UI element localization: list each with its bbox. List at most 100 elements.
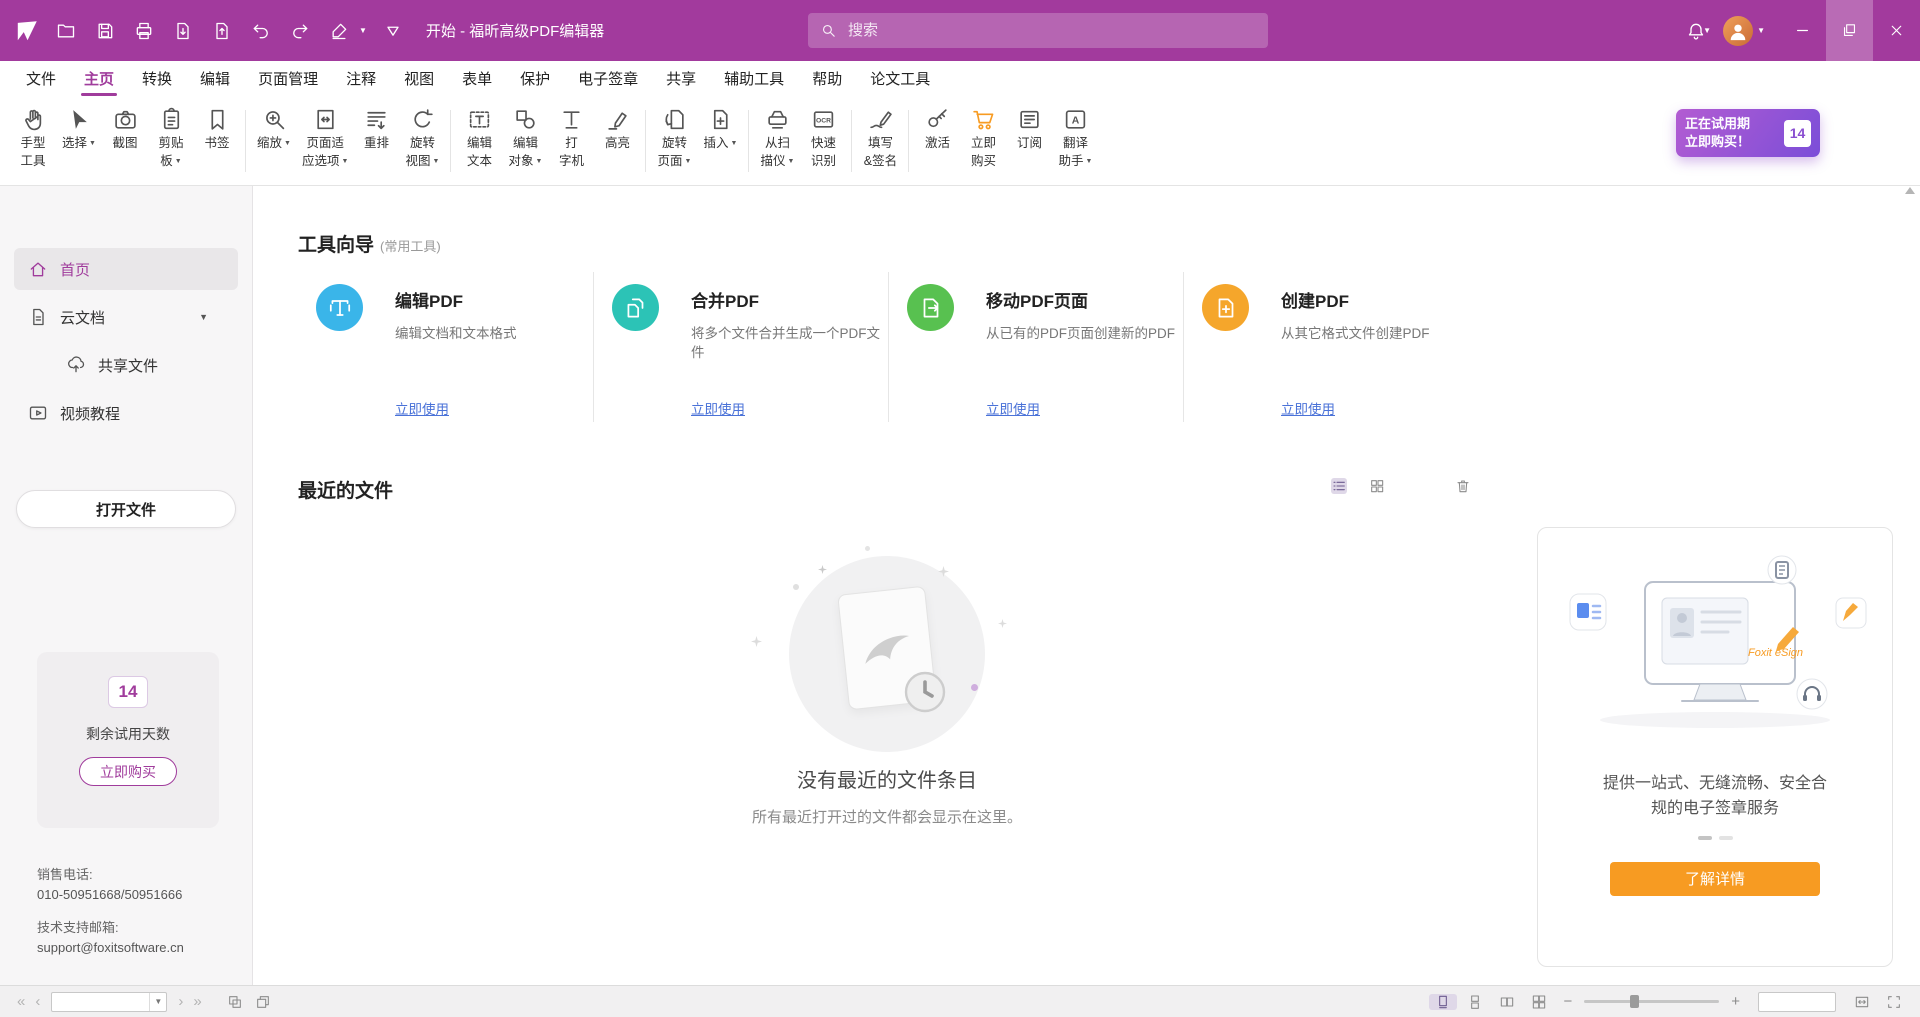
scrollbar-up-arrow-icon[interactable] [1905, 187, 1915, 194]
ribbon-from-scanner-button[interactable]: 从扫描仪▼ [754, 101, 800, 181]
zoom-out-button[interactable]: − [1557, 993, 1578, 1010]
export-document-icon[interactable] [170, 18, 196, 44]
menu-item-1[interactable]: 主页 [70, 61, 128, 96]
fit-page-icon[interactable] [1880, 994, 1908, 1010]
ribbon-bookmark-button[interactable]: 书签 [194, 101, 240, 181]
menu-item-9[interactable]: 电子签章 [564, 61, 652, 96]
promo-pagination-dots[interactable] [1698, 836, 1733, 840]
ribbon-subscribe-button[interactable]: 订阅 [1006, 101, 1052, 181]
undo-icon[interactable] [248, 18, 274, 44]
trial-period-badge[interactable]: 正在试用期 立即购买！ 14 [1676, 109, 1820, 157]
ribbon-translate-assistant-button[interactable]: A翻译助手▼ [1052, 101, 1098, 181]
trial-badge-line1: 正在试用期 [1685, 115, 1750, 133]
restore-button[interactable] [1826, 0, 1873, 61]
search-box[interactable] [808, 13, 1268, 48]
fit-width-icon[interactable] [1848, 994, 1876, 1010]
ribbon-insert-button[interactable]: 插入▼ [697, 101, 743, 181]
use-now-link[interactable]: 立即使用 [395, 398, 449, 418]
zoom-slider-thumb[interactable] [1630, 995, 1639, 1008]
notifications-caret-icon[interactable]: ▼ [1703, 26, 1711, 35]
grid-view-icon[interactable] [1369, 478, 1385, 494]
ribbon-quick-ocr-button[interactable]: OCR快速识别 [800, 101, 846, 181]
minimize-button[interactable] [1779, 0, 1826, 61]
trial-badge-line2: 立即购买！ [1685, 133, 1750, 151]
use-now-link[interactable]: 立即使用 [691, 398, 745, 418]
use-now-link[interactable]: 立即使用 [1281, 398, 1335, 418]
ribbon-fill-sign-button[interactable]: 填写&签名 [857, 101, 903, 181]
ribbon-buy-now-button[interactable]: 立即购买 [960, 101, 1006, 181]
menu-item-6[interactable]: 视图 [390, 61, 448, 96]
snapshot-view-icon[interactable] [221, 994, 249, 1010]
edit-text-icon [467, 106, 492, 133]
ribbon-rotate-pages-button[interactable]: 旋转页面▼ [651, 101, 697, 181]
use-now-link[interactable]: 立即使用 [986, 398, 1040, 418]
ribbon-select-button[interactable]: 选择▼ [56, 101, 102, 181]
esign-dropdown-caret-icon[interactable]: ▼ [359, 26, 367, 35]
ribbon-highlight-button[interactable]: 高亮 [594, 101, 640, 181]
menu-item-13[interactable]: 论文工具 [856, 61, 944, 96]
ribbon-edit-text-button[interactable]: 编辑文本 [456, 101, 502, 181]
menu-item-8[interactable]: 保护 [506, 61, 564, 96]
user-avatar[interactable] [1723, 16, 1753, 46]
menu-item-0[interactable]: 文件 [12, 61, 70, 96]
menu-item-11[interactable]: 辅助工具 [710, 61, 798, 96]
print-icon[interactable] [131, 18, 157, 44]
learn-more-button[interactable]: 了解详情 [1610, 862, 1820, 896]
share-document-icon[interactable] [209, 18, 235, 44]
list-view-icon[interactable] [1331, 478, 1347, 494]
menu-item-12[interactable]: 帮助 [798, 61, 856, 96]
search-icon [820, 22, 837, 39]
zoom-slider[interactable] [1584, 1000, 1719, 1003]
menu-item-2[interactable]: 转换 [128, 61, 186, 96]
continuous-view-icon[interactable] [1461, 994, 1489, 1010]
chevron-down-icon[interactable]: ▼ [199, 312, 208, 322]
menu-item-5[interactable]: 注释 [332, 61, 390, 96]
facing-view-icon[interactable] [1493, 994, 1521, 1010]
ribbon-snapshot-button[interactable]: 截图 [102, 101, 148, 181]
ribbon-page-fit-options-button[interactable]: 页面适应选项▼ [297, 101, 353, 181]
ribbon-clipboard-button[interactable]: 剪贴板▼ [148, 101, 194, 181]
menu-item-3[interactable]: 编辑 [186, 61, 244, 96]
ribbon-hand-tool-button[interactable]: 手型工具 [10, 101, 56, 181]
buy-now-button[interactable]: 立即购买 [79, 757, 177, 786]
ribbon-edit-object-button[interactable]: 编辑对象▼ [502, 101, 548, 181]
page-number-input[interactable] [52, 995, 149, 1009]
last-page-button[interactable]: » [188, 993, 206, 1010]
account-caret-icon[interactable]: ▼ [1757, 26, 1765, 35]
ribbon-zoom-button[interactable]: 缩放▼ [251, 101, 297, 181]
sparkle-decoration [998, 616, 1007, 627]
search-input[interactable] [846, 21, 1256, 40]
prev-page-button[interactable]: ‹ [30, 993, 45, 1010]
sidebar-item-shared-files[interactable]: 共享文件 [14, 344, 238, 386]
save-icon[interactable] [92, 18, 118, 44]
main-content: 工具向导(常用工具) 编辑PDF编辑文档和文本格式立即使用合并PDF将多个文件合… [253, 186, 1920, 985]
menu-item-10[interactable]: 共享 [652, 61, 710, 96]
next-page-button[interactable]: › [173, 993, 188, 1010]
ribbon-activate-button[interactable]: 激活 [914, 101, 960, 181]
clear-recent-trash-icon[interactable] [1455, 478, 1471, 494]
customize-quick-access-icon[interactable] [380, 18, 406, 44]
foxit-logo-icon[interactable] [14, 18, 40, 44]
zoom-in-button[interactable]: + [1725, 993, 1746, 1010]
support-email-value[interactable]: support@foxitsoftware.cn [37, 938, 184, 958]
redo-icon[interactable] [287, 18, 313, 44]
sidebar-item-home[interactable]: 首页 [14, 248, 238, 290]
close-button[interactable] [1873, 0, 1920, 61]
sidebar-item-video-tutorials[interactable]: 视频教程 [14, 392, 238, 434]
ribbon-rotate-view-button[interactable]: 旋转视图▼ [399, 101, 445, 181]
open-file-button[interactable]: 打开文件 [16, 490, 236, 528]
duplicate-view-icon[interactable] [249, 994, 277, 1010]
menu-item-7[interactable]: 表单 [448, 61, 506, 96]
first-page-button[interactable]: « [12, 993, 30, 1010]
single-page-view-icon[interactable] [1429, 994, 1457, 1010]
ribbon-typewriter-button[interactable]: 打字机 [548, 101, 594, 181]
esign-pen-icon[interactable] [326, 18, 352, 44]
continuous-facing-view-icon[interactable] [1525, 994, 1553, 1010]
zoom-percentage-box[interactable] [1758, 992, 1836, 1012]
page-number-box[interactable]: ▼ [51, 992, 167, 1012]
open-file-icon[interactable] [53, 18, 79, 44]
page-dropdown-caret-icon[interactable]: ▼ [149, 993, 166, 1011]
sidebar-item-cloud-docs[interactable]: 云文档▼ [14, 296, 238, 338]
ribbon-reflow-button[interactable]: 重排 [353, 101, 399, 181]
menu-item-4[interactable]: 页面管理 [244, 61, 332, 96]
